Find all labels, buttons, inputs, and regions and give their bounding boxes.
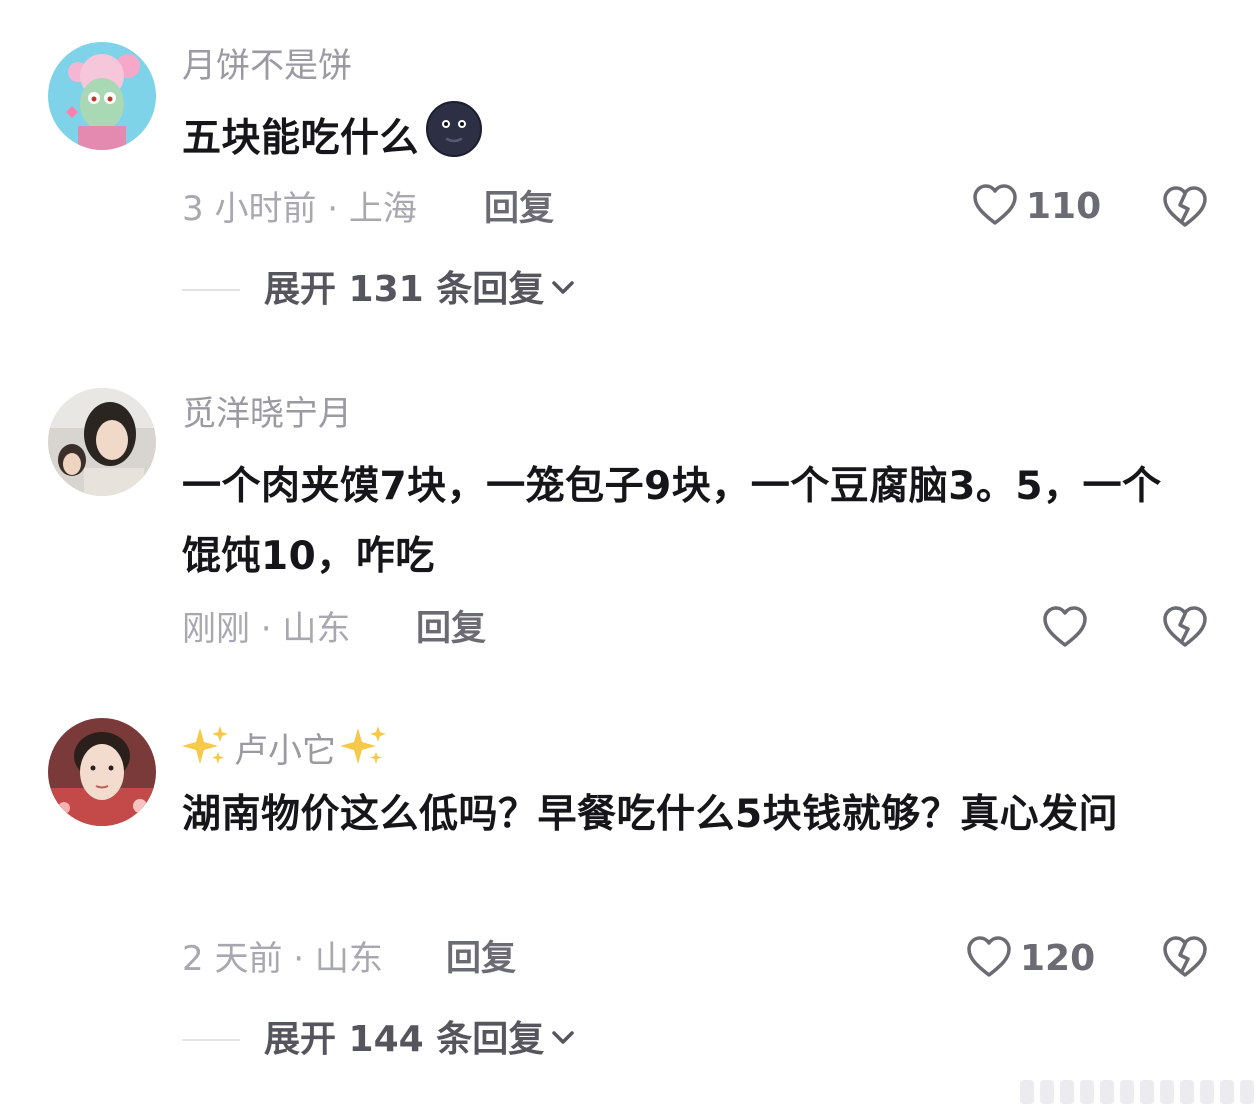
- like-count: 120: [1020, 938, 1096, 979]
- comment-meta: 刚刚 · 山东: [182, 609, 351, 649]
- sparkles-icon: [182, 724, 230, 777]
- watermark-mark: [1020, 1080, 1260, 1104]
- reply-button[interactable]: 回复: [416, 607, 486, 651]
- broken-heart-icon: [1162, 606, 1208, 653]
- reply-button[interactable]: 回复: [446, 937, 516, 981]
- divider: [182, 1039, 240, 1041]
- comment-text: 五块能吃什么: [182, 100, 1202, 181]
- comment-meta: 2 天前 · 山东: [182, 939, 383, 979]
- username-text: 卢小它: [234, 730, 336, 771]
- username[interactable]: 月饼不是饼: [182, 46, 352, 86]
- broken-heart-icon: [1162, 186, 1208, 233]
- heart-outline-icon: [966, 935, 1012, 983]
- broken-heart-icon: [1162, 936, 1208, 983]
- like-button[interactable]: 120: [966, 935, 1095, 983]
- comment-meta: 3 小时前 · 上海: [182, 189, 417, 229]
- avatar[interactable]: [48, 388, 156, 496]
- expand-replies-label: 展开 131 条回复: [264, 269, 545, 310]
- dislike-button[interactable]: [1162, 935, 1208, 983]
- divider: [182, 289, 240, 291]
- sparkles-icon: [340, 724, 388, 777]
- expand-replies-button[interactable]: 展开 131 条回复: [182, 268, 576, 312]
- heart-outline-icon: [1042, 605, 1088, 653]
- like-button[interactable]: [1042, 605, 1096, 653]
- chevron-down-icon: [550, 278, 576, 302]
- username[interactable]: 卢小它: [182, 724, 388, 777]
- avatar[interactable]: [48, 718, 156, 826]
- like-count: 110: [1026, 186, 1102, 227]
- expand-replies-button[interactable]: 展开 144 条回复: [182, 1018, 576, 1062]
- comment-text: 湖南物价这么低吗？早餐吃什么5块钱就够？真心发问: [182, 792, 1119, 837]
- reply-button[interactable]: 回复: [484, 187, 554, 231]
- like-button[interactable]: 110: [972, 183, 1101, 231]
- chevron-down-icon: [550, 1028, 576, 1052]
- dislike-button[interactable]: [1162, 185, 1208, 233]
- heart-outline-icon: [972, 183, 1018, 231]
- username[interactable]: 觅洋晓宁月: [182, 394, 352, 434]
- new-moon-face-icon: [425, 100, 483, 181]
- avatar[interactable]: [48, 42, 156, 150]
- comment-text-content: 五块能吃什么: [182, 116, 420, 161]
- comment-text: 一个肉夹馍7块，一笼包子9块，一个豆腐脑3。5，一个馄饨10，咋吃: [182, 464, 1162, 579]
- expand-replies-label: 展开 144 条回复: [264, 1019, 545, 1060]
- dislike-button[interactable]: [1162, 605, 1208, 653]
